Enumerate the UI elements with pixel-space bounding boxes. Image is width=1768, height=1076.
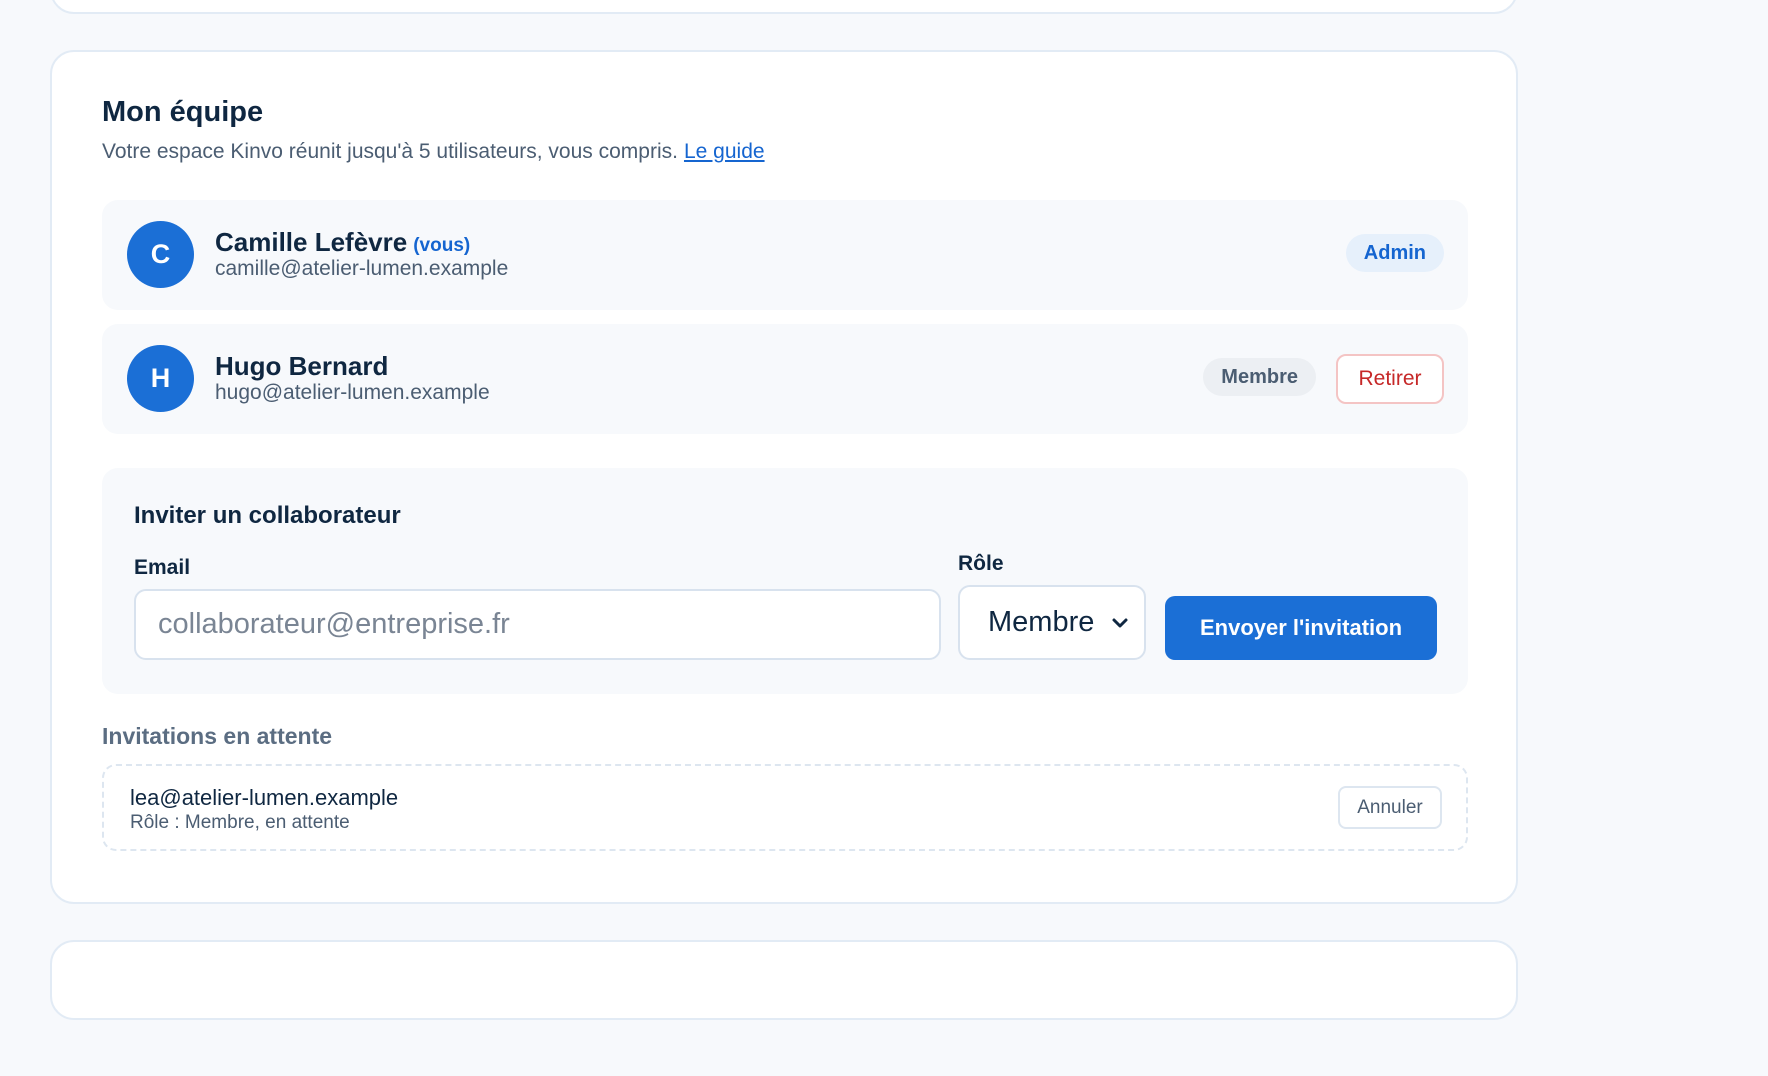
- pending-role: Rôle : Membre, en attente: [130, 812, 350, 833]
- page-title: Mon équipe: [102, 96, 264, 128]
- member-name-text: Camille Lefèvre: [215, 227, 408, 257]
- member-name-text: Hugo Bernard: [215, 351, 389, 381]
- role-label: Rôle: [958, 552, 1004, 575]
- member-name: Hugo Bernard: [215, 351, 388, 382]
- send-invitation-button[interactable]: Envoyer l'invitation: [1165, 596, 1437, 660]
- next-card: [50, 940, 1518, 1020]
- pending-email: lea@atelier-lumen.example: [130, 785, 399, 810]
- remove-member-button[interactable]: Retirer: [1336, 354, 1444, 404]
- email-label: Email: [134, 556, 191, 579]
- team-subtitle-text: Votre espace Kinvo réunit jusqu'à 5 util…: [102, 140, 678, 163]
- email-field[interactable]: [134, 589, 941, 660]
- member-row: C Camille Lefèvre (vous) camille@atelier-…: [102, 200, 1468, 310]
- pending-title: Invitations en attente: [102, 723, 333, 749]
- team-card: Mon équipe Votre espace Kinvo réunit jus…: [50, 50, 1518, 904]
- guide-link[interactable]: Le guide: [684, 140, 765, 163]
- member-email: camille@atelier-lumen.example: [215, 257, 509, 280]
- team-subtitle: Votre espace Kinvo réunit jusqu'à 5 util…: [102, 140, 765, 164]
- role-badge-member: Membre: [1203, 358, 1316, 396]
- role-select-value: Membre: [988, 606, 1095, 638]
- previous-card: [50, 0, 1518, 14]
- avatar: C: [127, 221, 194, 288]
- member-name: Camille Lefèvre (vous): [215, 227, 470, 258]
- member-row: H Hugo Bernard hugo@atelier-lumen.exampl…: [102, 324, 1468, 434]
- invite-title: Inviter un collaborateur: [134, 502, 401, 529]
- role-badge-admin: Admin: [1345, 234, 1444, 272]
- member-email: hugo@atelier-lumen.example: [215, 381, 490, 404]
- pending-invitation-item: lea@atelier-lumen.example Rôle : Membre,…: [102, 764, 1468, 851]
- invite-panel: Inviter un collaborateur Email Rôle Memb…: [102, 468, 1468, 694]
- cancel-invitation-button[interactable]: Annuler: [1338, 786, 1442, 829]
- avatar: H: [127, 345, 194, 412]
- you-label: (vous): [413, 235, 471, 256]
- chevron-down-icon: [1112, 618, 1128, 628]
- role-select[interactable]: Membre: [958, 585, 1146, 660]
